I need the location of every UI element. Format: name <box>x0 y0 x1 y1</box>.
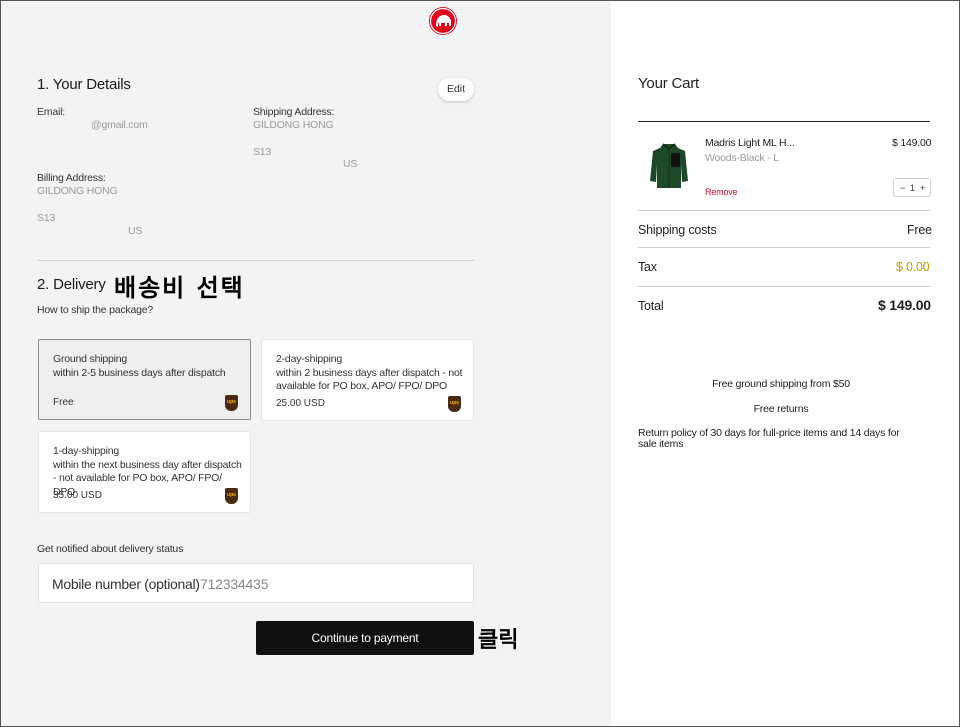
ups-icon: ups <box>448 396 461 412</box>
shipping-option-price: 35.00 USD <box>53 490 102 501</box>
shipping-address-label: Shipping Address: <box>253 106 335 118</box>
mobile-number-label: Mobile number (optional) <box>52 576 200 592</box>
cart-item-price: $ 149.00 <box>892 137 932 149</box>
quantity-decrease-button[interactable]: − <box>900 183 905 193</box>
mobile-number-value[interactable]: 712334435 <box>200 576 268 592</box>
remove-item-link[interactable]: Remove <box>705 187 738 197</box>
billing-line2: S13 <box>37 212 56 224</box>
email-value: @gmail.com <box>91 119 148 131</box>
shipping-option-price: Free <box>53 397 74 408</box>
click-annotation: 클릭 <box>478 628 519 653</box>
ups-icon: ups <box>225 395 238 411</box>
continue-to-payment-button[interactable]: Continue to payment <box>256 621 474 655</box>
cart-item-name[interactable]: Madris Light ML H... <box>705 137 795 149</box>
total-value: $ 149.00 <box>878 297 931 313</box>
shipping-option-name: 2-day-shipping <box>276 353 343 365</box>
shipping-line2: S13 <box>253 146 272 158</box>
ups-icon: ups <box>225 488 238 504</box>
shipping-option-2day[interactable]: 2-day-shipping within 2 business days af… <box>261 339 474 421</box>
shipping-option-text: Ground shipping within 2-5 business days… <box>53 353 226 380</box>
quantity-increase-button[interactable]: + <box>920 183 925 193</box>
checkout-panel: 1. Your Details Edit Email: @gmail.com S… <box>1 1 611 726</box>
free-shipping-note: Free ground shipping from $50 <box>712 378 850 390</box>
notify-label: Get notified about delivery status <box>37 543 184 555</box>
cart-heading-divider <box>638 121 930 122</box>
section-divider <box>38 260 474 261</box>
divider <box>638 286 930 287</box>
details-heading: 1. Your Details <box>37 76 131 93</box>
total-label: Total <box>638 299 664 313</box>
divider <box>638 210 930 211</box>
green-jacket-image[interactable] <box>649 141 689 191</box>
tax-label: Tax <box>638 260 657 274</box>
return-policy-note: Return policy of 30 days for full-price … <box>638 427 900 450</box>
select-shipping-annotation: 배송비 선택 <box>114 274 245 302</box>
tax-value: $ 0.00 <box>896 260 930 274</box>
billing-country: US <box>128 225 143 237</box>
shipping-option-ground[interactable]: Ground shipping within 2-5 business days… <box>38 339 251 420</box>
mammoth-logo-icon[interactable] <box>429 7 457 35</box>
quantity-stepper[interactable]: − 1 + <box>893 178 931 197</box>
shipping-option-name: Ground shipping <box>53 353 128 365</box>
billing-name: GILDONG HONG <box>37 185 118 197</box>
shipping-name: GILDONG HONG <box>253 119 334 131</box>
shipping-costs-label: Shipping costs <box>638 223 717 237</box>
free-returns-note: Free returns <box>753 403 809 415</box>
edit-button[interactable]: Edit <box>438 78 474 101</box>
mobile-number-field[interactable]: Mobile number (optional) 712334435 <box>38 563 474 603</box>
delivery-heading: 2. Delivery <box>37 276 106 293</box>
shipping-country: US <box>343 158 358 170</box>
shipping-option-desc: within 2 business days after dispatch - … <box>276 366 463 393</box>
shipping-costs-value: Free <box>907 223 932 237</box>
shipping-option-price: 25.00 USD <box>276 398 325 409</box>
cart-heading: Your Cart <box>638 75 700 92</box>
divider <box>638 247 930 248</box>
cart-item-variant: Woods-Black - L <box>705 152 779 164</box>
shipping-option-desc: within 2-5 business days after dispatch <box>53 366 226 379</box>
email-label: Email: <box>37 106 65 118</box>
billing-address-label: Billing Address: <box>37 172 106 184</box>
shipping-question: How to ship the package? <box>37 304 154 316</box>
cart-panel: Your Cart Madris Light ML H... Woods-Bla… <box>611 1 959 726</box>
quantity-value: 1 <box>910 183 916 193</box>
shipping-option-1day[interactable]: 1-day-shipping within the next business … <box>38 431 251 513</box>
shipping-option-name: 1-day-shipping <box>53 445 120 457</box>
shipping-option-text: 2-day-shipping within 2 business days af… <box>276 353 466 394</box>
